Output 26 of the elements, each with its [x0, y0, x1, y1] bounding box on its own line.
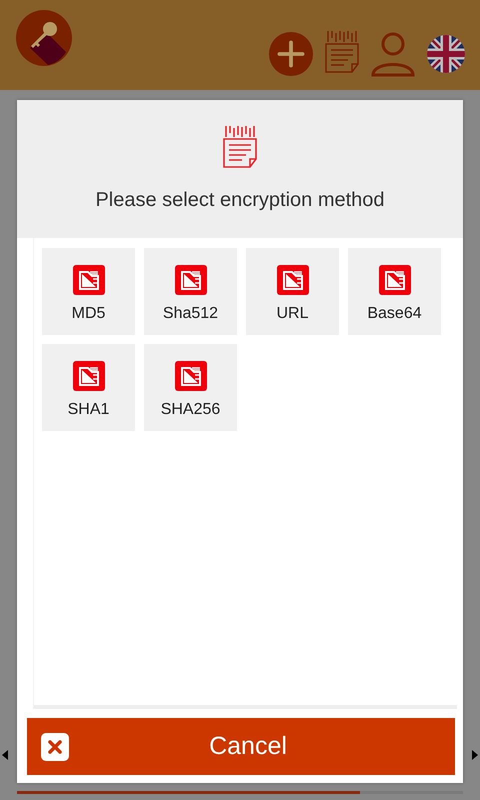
method-label: Base64	[367, 304, 422, 322]
method-label: Sha512	[162, 304, 218, 322]
method-tile[interactable]: MD5	[42, 248, 135, 335]
method-tile[interactable]: Base64	[348, 248, 441, 335]
method-tile[interactable]: SHA1	[42, 344, 135, 431]
method-tile[interactable]: SHA256	[144, 344, 237, 431]
add-icon[interactable]	[268, 31, 314, 77]
method-label: MD5	[72, 304, 106, 322]
left-arrow-icon[interactable]	[2, 750, 8, 760]
file-icon	[378, 264, 410, 294]
dialog-title: Please select encryption method	[95, 189, 385, 212]
right-arrow-icon[interactable]	[472, 750, 478, 760]
file-icon	[174, 360, 206, 390]
method-tile[interactable]: Sha512	[144, 248, 237, 335]
method-tile[interactable]: URL	[246, 248, 339, 335]
document-icon	[222, 125, 258, 169]
method-label: SHA1	[68, 400, 110, 418]
close-icon	[41, 732, 69, 760]
file-icon	[72, 360, 104, 390]
cancel-button[interactable]: Cancel	[27, 718, 455, 775]
file-icon	[72, 264, 104, 294]
file-icon	[174, 264, 206, 294]
method-label: URL	[276, 304, 308, 322]
file-icon	[276, 264, 308, 294]
key-logo-icon[interactable]	[16, 10, 72, 66]
method-label: SHA256	[160, 400, 220, 418]
